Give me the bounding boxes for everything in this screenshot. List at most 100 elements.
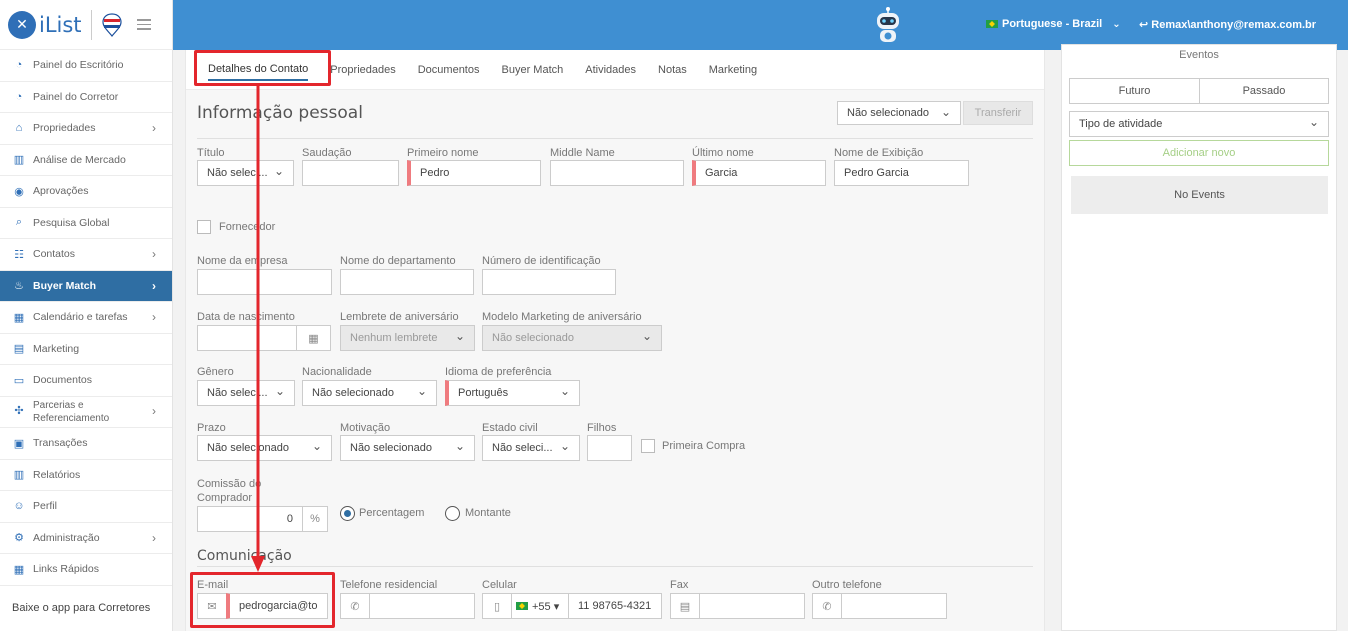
language-pref-select[interactable]: Português <box>445 380 580 406</box>
sidebar-item-administracao[interactable]: ⚙ Administração › <box>0 523 172 554</box>
supplier-checkbox[interactable] <box>197 220 211 234</box>
chevron-down-icon: ⌄ <box>1112 18 1121 30</box>
hamburger-menu-icon[interactable] <box>136 19 151 30</box>
birthday-reminder-select[interactable]: Nenhum lembrete <box>340 325 475 351</box>
sidebar-item-label: Pesquisa Global <box>33 216 110 229</box>
percentage-radio[interactable] <box>340 506 355 521</box>
sidebar-item-label: Perfil <box>33 500 57 513</box>
sidebar-item-label: Aprovações <box>33 185 89 198</box>
sidebar-item-label: Marketing <box>33 342 80 355</box>
middle-name-label: Middle Name <box>550 147 615 159</box>
sidebar-item-label: Painel do Escritório <box>33 59 124 72</box>
assign-agent-select[interactable]: Não selecionado <box>837 101 961 125</box>
sidebar-item-label: Análise de Mercado <box>33 153 126 166</box>
sidebar-item-analise-de-mercado[interactable]: ▥ Análise de Mercado <box>0 145 172 176</box>
birthday-template-label: Modelo Marketing de aniversário <box>482 311 642 323</box>
fax-label: Fax <box>670 579 689 591</box>
calendar-icon[interactable]: ▦ <box>296 325 331 351</box>
past-events-toggle[interactable]: Passado <box>1199 78 1329 104</box>
eye-icon: ◉ <box>14 185 24 198</box>
sidebar-item-marketing[interactable]: ▤ Marketing <box>0 334 172 365</box>
department-input[interactable] <box>340 269 474 295</box>
section-divider <box>197 566 1033 567</box>
personal-info-title: Informação pessoal <box>197 103 363 123</box>
first-name-input[interactable]: Pedro <box>407 160 541 186</box>
first-purchase-checkbox[interactable] <box>641 439 655 453</box>
first-name-label: Primeiro nome <box>407 147 479 159</box>
sidebar-item-parcerias-e-referenciamento[interactable]: ✣ Parcerias e Referenciamento › <box>0 397 172 428</box>
sidebar-nav: ◔ Painel do Escritório ◔ Painel do Corretor… <box>0 50 172 586</box>
newspaper-icon: ▤ <box>13 343 25 356</box>
sidebar-item-label: Administração <box>33 531 100 544</box>
chevron-right-icon: › <box>152 247 156 262</box>
marital-status-label: Estado civil <box>482 422 538 434</box>
topbar: Portuguese - Brazil ⌄ ↩ Remax\anthony@re… <box>173 0 1348 50</box>
tab-marketing[interactable]: Marketing <box>709 60 757 80</box>
highlight-tab-box <box>194 50 331 86</box>
fax-input[interactable] <box>699 593 805 619</box>
tab-propriedades[interactable]: Propriedades <box>330 60 395 80</box>
transfer-button[interactable]: Transferir <box>963 101 1033 125</box>
download-app-link[interactable]: Baixe o app para Corretores <box>12 602 150 614</box>
middle-name-input[interactable] <box>550 160 684 186</box>
last-name-input[interactable]: Garcia <box>692 160 826 186</box>
user-account[interactable]: ↩ Remax\anthony@remax.com.br <box>1139 18 1316 31</box>
sidebar-item-painel-do-escritorio[interactable]: ◔ Painel do Escritório <box>0 50 172 82</box>
home-phone-label: Telefone residencial <box>340 579 438 591</box>
country-code-select[interactable]: +55 ▾ <box>511 593 569 619</box>
id-number-label: Número de identificação <box>482 255 601 267</box>
motivation-select[interactable]: Não selecionado <box>340 435 475 461</box>
sidebar-item-links-rapidos[interactable]: ▦ Links Rápidos <box>0 554 172 586</box>
sidebar-item-aprovacoes[interactable]: ◉ Aprovações <box>0 176 172 208</box>
highlight-email-box <box>190 572 335 628</box>
sidebar-item-label: Documentos <box>33 374 92 387</box>
children-input[interactable] <box>587 435 632 461</box>
other-phone-input[interactable] <box>841 593 947 619</box>
home-phone-input[interactable] <box>369 593 475 619</box>
future-events-toggle[interactable]: Futuro <box>1069 78 1200 104</box>
first-purchase-label: Primeira Compra <box>662 440 746 452</box>
gender-label: Gênero <box>197 366 234 378</box>
activity-type-select[interactable]: Tipo de atividade <box>1069 111 1329 137</box>
amount-radio[interactable] <box>445 506 460 521</box>
brand-name: iList <box>39 12 82 37</box>
id-number-input[interactable] <box>482 269 616 295</box>
sidebar-item-label: Buyer Match <box>33 279 97 292</box>
nationality-select[interactable]: Não selecionado <box>302 380 437 406</box>
birthday-template-select[interactable]: Não selecionado <box>482 325 662 351</box>
nationality-label: Nacionalidade <box>302 366 372 378</box>
add-event-button[interactable]: Adicionar novo <box>1069 140 1329 166</box>
sidebar-item-propriedades[interactable]: ⌂ Propriedades › <box>0 113 172 145</box>
sidebar-item-documentos[interactable]: ▭ Documentos <box>0 365 172 397</box>
brazil-flag-icon <box>516 602 528 610</box>
sidebar-item-relatorios[interactable]: ▥ Relatórios <box>0 460 172 491</box>
sidebar-item-label: Links Rápidos <box>33 563 99 576</box>
phone-icon: ✆ <box>340 593 370 619</box>
salutation-input[interactable] <box>302 160 399 186</box>
tab-documentos[interactable]: Documentos <box>418 60 480 80</box>
user-email: Remax\anthony@remax.com.br <box>1151 19 1317 31</box>
marital-status-select[interactable]: Não seleci... <box>482 435 580 461</box>
assistant-robot-icon[interactable] <box>873 7 903 43</box>
motivation-label: Motivação <box>340 422 391 434</box>
sidebar-item-transacoes[interactable]: ▣ Transações <box>0 428 172 460</box>
language-selector[interactable]: Portuguese - Brazil ⌄ <box>986 18 1121 30</box>
display-name-input[interactable]: Pedro Garcia <box>834 160 969 186</box>
tab-atividades[interactable]: Atividades <box>585 60 636 80</box>
sidebar-item-calendario-e-tarefas[interactable]: ▦ Calendário e tarefas › <box>0 302 172 334</box>
tab-buyer-match[interactable]: Buyer Match <box>502 60 564 80</box>
handshake-icon: ✣ <box>14 405 24 418</box>
reply-icon: ↩ <box>1139 19 1149 31</box>
ilist-logo-icon: ✕ <box>8 10 36 39</box>
sidebar-item-contatos[interactable]: ☷ Contatos › <box>0 239 172 271</box>
flame-icon: ♨ <box>14 280 24 293</box>
sidebar-item-perfil[interactable]: ☺ Perfil <box>0 491 172 523</box>
briefcase-icon: ▣ <box>13 437 25 450</box>
sidebar-item-pesquisa-global[interactable]: ⌕ Pesquisa Global <box>0 208 172 239</box>
sidebar-item-painel-do-corretor[interactable]: ◔ Painel do Corretor <box>0 82 172 113</box>
sidebar-item-label: Propriedades <box>33 122 96 135</box>
sidebar-item-label: Calendário e tarefas <box>33 311 128 324</box>
sidebar-item-buyer-match[interactable]: ♨ Buyer Match › <box>0 270 172 302</box>
mobile-input[interactable]: 11 98765-4321 <box>568 593 662 619</box>
tab-notas[interactable]: Notas <box>658 60 687 80</box>
